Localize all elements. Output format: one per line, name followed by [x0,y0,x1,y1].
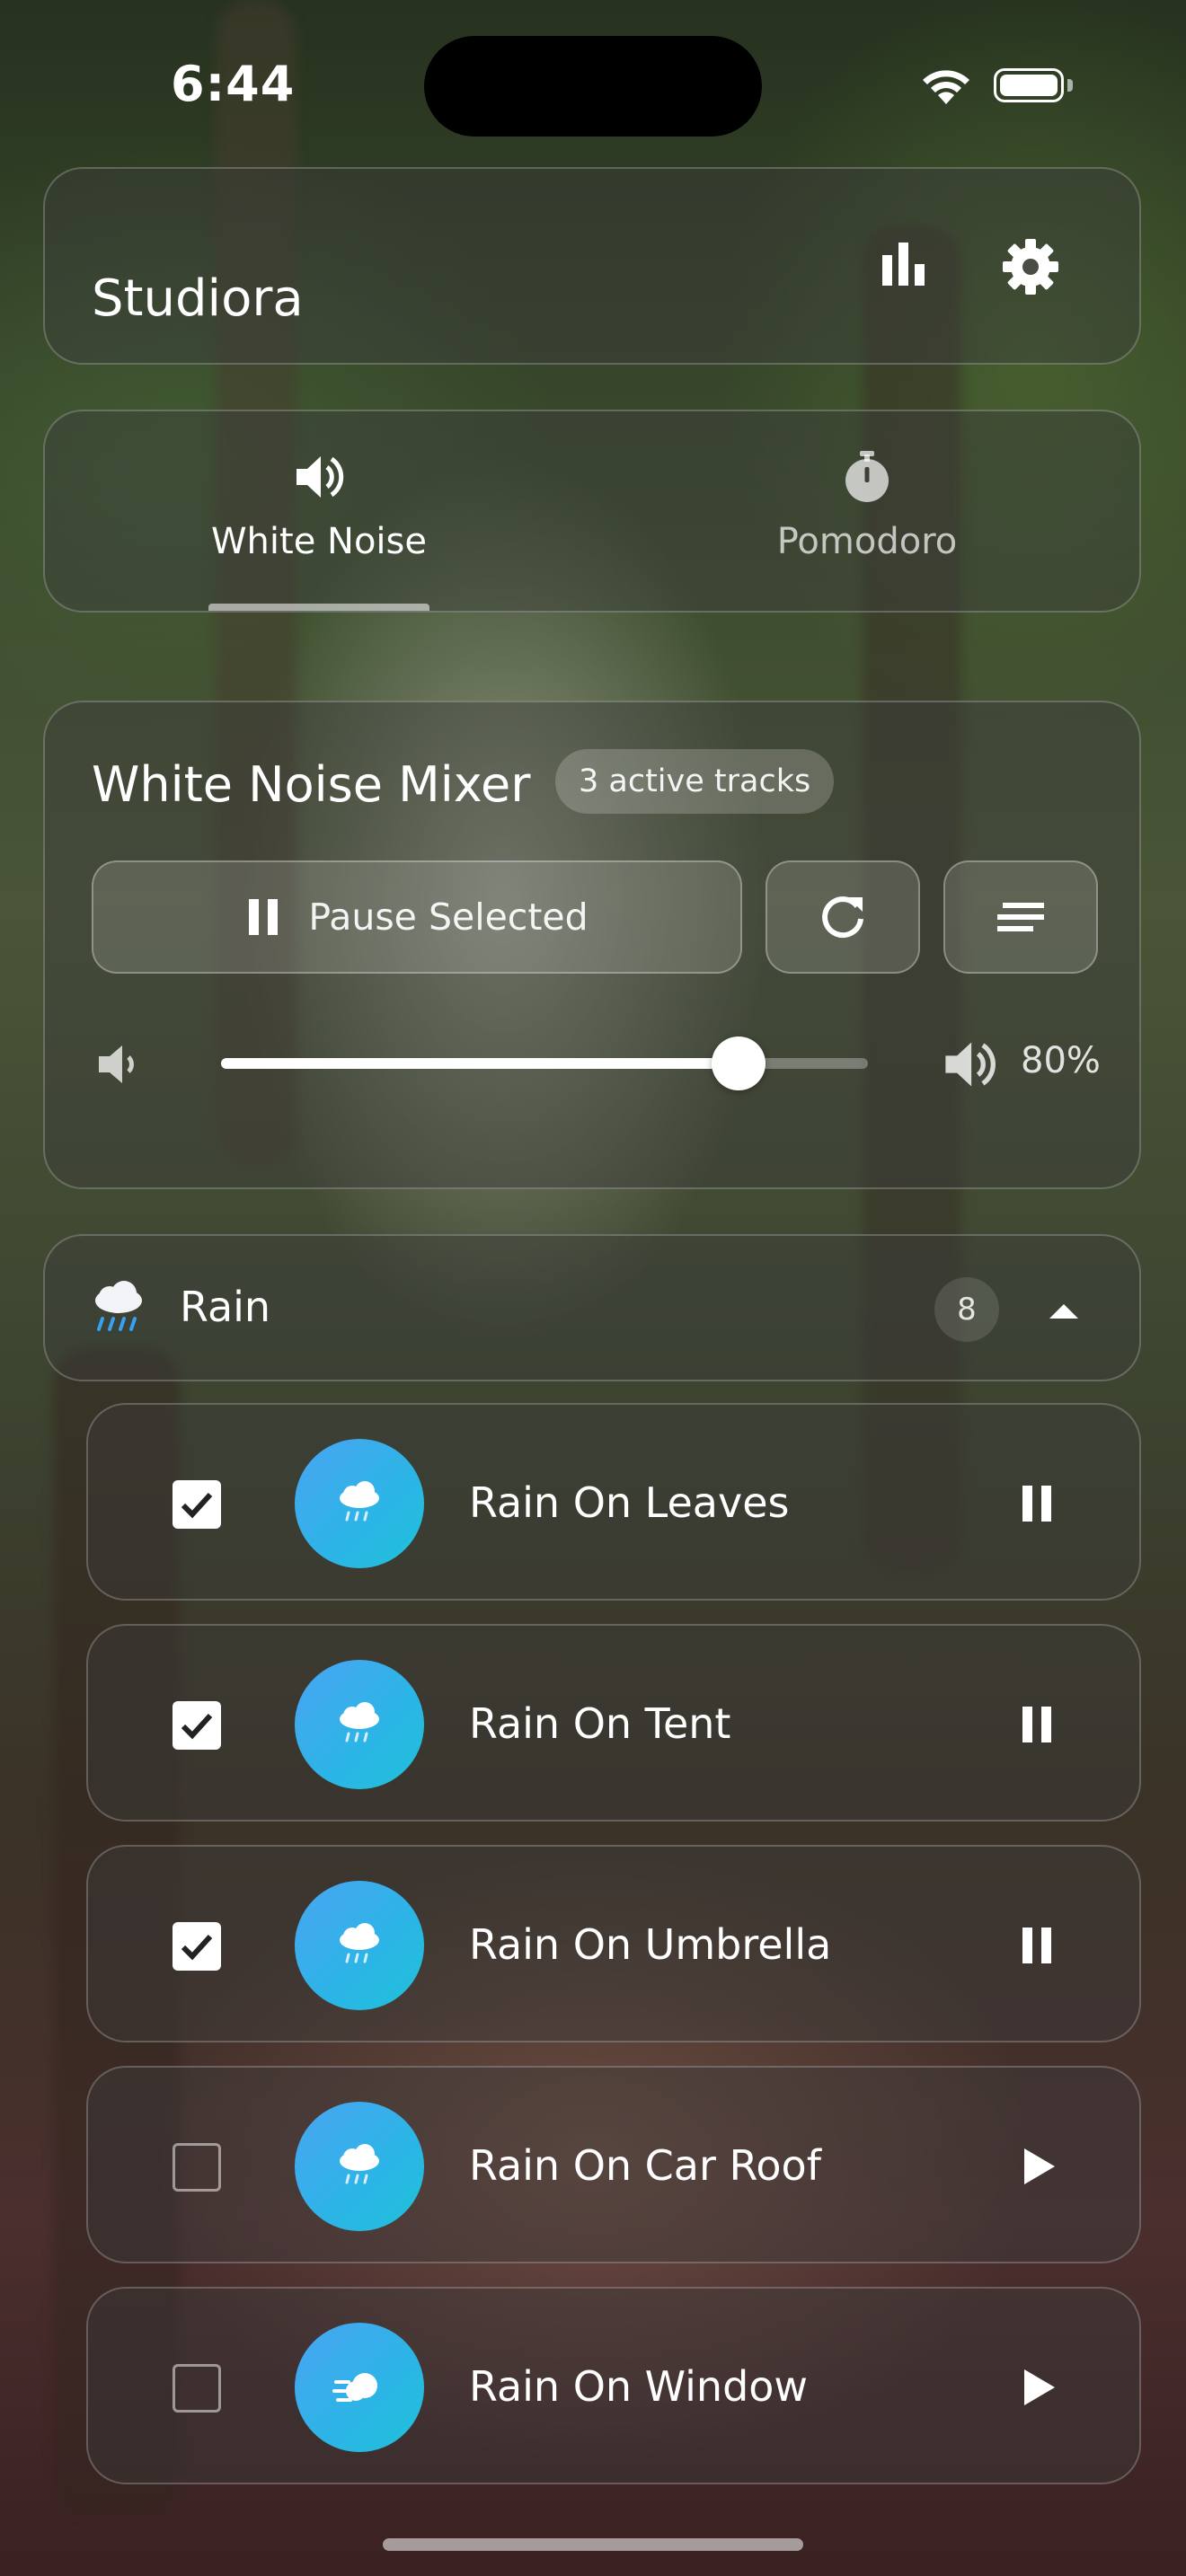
track-avatar [295,1439,424,1568]
mixer-card: White Noise Mixer 3 active tracks Pause … [43,701,1141,1189]
battery-tip [1067,79,1073,92]
track-avatar [295,1660,424,1789]
volume-percent: 80% [1021,1040,1101,1081]
pause-selected-label: Pause Selected [308,895,589,939]
gear-icon [1003,239,1058,295]
stopwatch-icon [845,451,889,502]
rain-cloud-icon [340,2144,379,2184]
rain-cloud-icon [340,1481,379,1522]
track-avatar [295,2102,424,2231]
track-checkbox[interactable] [173,2364,221,2413]
track-name: Rain On Leaves [469,1478,790,1527]
tab-pomodoro[interactable]: Pomodoro [687,449,1047,562]
track-checkbox[interactable] [173,2143,221,2192]
track-avatar [295,1881,424,2010]
status-time: 6:44 [171,56,296,112]
tab-white-noise[interactable]: White Noise [139,449,499,562]
tab-label: White Noise [211,521,427,562]
track-checkbox[interactable] [173,1701,221,1750]
active-tracks-badge: 3 active tracks [555,749,835,814]
stats-button[interactable] [877,237,931,295]
play-icon[interactable] [1012,2141,1062,2192]
mixer-title: White Noise Mixer [92,756,531,813]
pause-icon [249,899,279,935]
track-row[interactable]: Rain On Leaves [86,1403,1141,1601]
reset-button[interactable] [766,860,920,974]
volume-slider[interactable] [221,1037,868,1090]
dynamic-island [424,36,762,137]
track-checkbox[interactable] [173,1480,221,1529]
speaker-icon [296,456,344,498]
tab-bar: White Noise Pomodoro [43,410,1141,613]
bar-chart-icon [882,243,925,286]
pause-selected-button[interactable]: Pause Selected [92,860,742,974]
app-header: Studiora [43,167,1141,365]
track-row[interactable]: Rain On Tent [86,1624,1141,1822]
rain-cloud-icon [340,1702,379,1742]
rain-cloud-icon [95,1281,142,1331]
app-title: Studiora [92,269,304,328]
track-avatar [295,2323,424,2452]
active-tab-indicator [208,604,429,611]
wifi-icon [923,70,969,104]
category-rain-header[interactable]: Rain 8 [43,1234,1141,1381]
track-checkbox[interactable] [173,1922,221,1971]
wind-icon [332,2373,377,2402]
sort-lines-icon [997,903,1044,931]
pause-icon[interactable] [1012,1699,1062,1750]
pause-icon[interactable] [1012,1478,1062,1529]
track-name: Rain On Umbrella [469,1920,832,1969]
pause-icon[interactable] [1012,1920,1062,1971]
refresh-icon [822,896,863,939]
chevron-up-icon[interactable] [1046,1299,1082,1322]
tab-label: Pomodoro [776,521,958,562]
track-name: Rain On Tent [469,1699,731,1748]
category-count-badge: 8 [934,1277,999,1342]
volume-slider-thumb[interactable] [712,1037,766,1090]
volume-high-icon [945,1042,996,1087]
checkmark-icon [181,1713,213,1740]
settings-button[interactable] [1001,237,1060,300]
checkmark-icon [181,1492,213,1519]
rain-cloud-icon [340,1923,379,1963]
category-label: Rain [180,1283,271,1331]
track-name: Rain On Window [469,2362,809,2411]
battery-icon [994,68,1064,102]
track-row[interactable]: Rain On Window [86,2287,1141,2484]
play-icon[interactable] [1012,2362,1062,2413]
home-indicator [383,2538,803,2551]
sort-button[interactable] [943,860,1098,974]
track-row[interactable]: Rain On Car Roof [86,2066,1141,2263]
volume-low-icon [99,1045,134,1083]
volume-slider-fill [221,1058,739,1069]
track-row[interactable]: Rain On Umbrella [86,1845,1141,2042]
track-name: Rain On Car Roof [469,2141,821,2190]
checkmark-icon [181,1934,213,1961]
